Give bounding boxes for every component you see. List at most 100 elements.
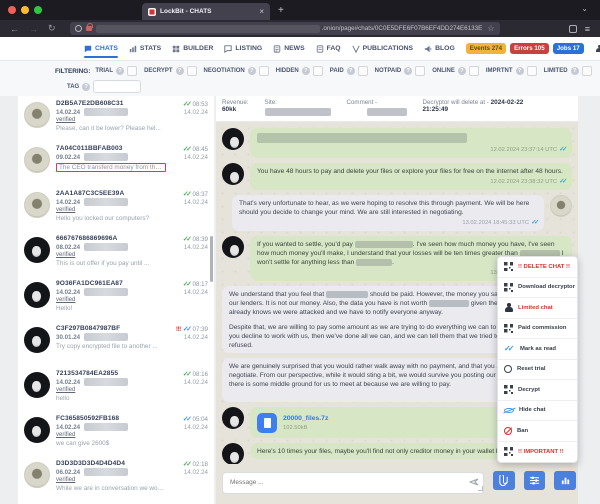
chat-list-item[interactable]: 7A04C011BBFAB003 09.02.24 The CEO transf…: [18, 141, 214, 186]
bookmark-star-icon[interactable]: ☆: [487, 24, 494, 33]
double-check-icon: ✓✓: [504, 344, 515, 353]
filter-trial: TRIAL ?: [95, 66, 137, 76]
help-icon[interactable]: ?: [347, 67, 355, 75]
sidebar-scrollbar[interactable]: [210, 236, 213, 282]
tab-title: LockBit - CHATS: [160, 8, 255, 15]
chat-list-item[interactable]: C3F297B0847987BF 30.01.24 Try copy encry…: [18, 321, 214, 366]
menu-item-download-decryptor[interactable]: Download decryptor: [498, 278, 577, 299]
errors-badge[interactable]: Errors 105: [510, 43, 549, 54]
help-icon[interactable]: ?: [248, 67, 256, 75]
negotiation-checkbox[interactable]: [259, 66, 269, 76]
chat-header: Revenue: 60kk Site: Comment - Decryptor …: [216, 96, 578, 122]
jobs-badge[interactable]: Jobs 17: [553, 43, 584, 54]
stats-icon: [129, 45, 137, 53]
menu-item-decrypt[interactable]: Decrypt: [498, 380, 577, 401]
avatar: [24, 372, 50, 398]
tab-close-icon[interactable]: ×: [259, 8, 264, 16]
list-tabs-chevron-icon[interactable]: ⌄: [581, 4, 588, 13]
tab-listing[interactable]: LISTING: [224, 37, 262, 60]
filter-notpaid: NOTPAID ?: [375, 66, 426, 76]
tab-blog[interactable]: BLOG: [424, 37, 455, 60]
admin-menu[interactable]: admin ▾: [596, 44, 600, 53]
limited-checkbox[interactable]: [582, 66, 592, 76]
online-checkbox[interactable]: [469, 66, 479, 76]
avatar: [24, 417, 50, 443]
avatar: [24, 237, 50, 263]
events-badge[interactable]: Events 274: [466, 43, 506, 54]
stats-button[interactable]: [554, 471, 576, 490]
attach-button[interactable]: [493, 471, 515, 490]
lock-icon[interactable]: [86, 26, 92, 31]
chat-list-item[interactable]: D3D3D3D3D4D4D4D4 06.02.24 verified While…: [18, 456, 214, 501]
redacted-tag: [84, 243, 128, 251]
hamburger-menu-icon[interactable]: ≡: [585, 24, 590, 34]
menu-item-reset-trial[interactable]: Reset trial: [498, 360, 577, 381]
minimize-window-button[interactable]: [21, 6, 29, 14]
double-check-icon: ✓✓: [183, 416, 190, 423]
chat-list-item[interactable]: D2B5A7E2DB608C31 14.02.24 verified Pleas…: [18, 96, 214, 141]
help-icon[interactable]: ?: [82, 83, 90, 91]
verified-badge: verified: [56, 477, 166, 483]
menu-item-paid-commission[interactable]: Paid commission: [498, 319, 577, 340]
shield-icon[interactable]: [75, 25, 82, 32]
chat-list-item[interactable]: 9O36FA1DC961EA87 14.02.24 verified Hello…: [18, 276, 214, 321]
publications-icon: [352, 45, 360, 53]
notpaid-checkbox[interactable]: [415, 66, 425, 76]
verified-badge: verified: [56, 297, 166, 303]
avatar: [222, 163, 244, 185]
menu-item-mark-as-read[interactable]: ✓✓ Mark as read: [498, 339, 577, 360]
filter-negotiation: NEGOTIATION ?: [204, 66, 269, 76]
settings-button[interactable]: [524, 471, 546, 490]
tab-publications[interactable]: PUBLICATIONS: [352, 37, 413, 60]
tab-news[interactable]: NEWS: [273, 37, 304, 60]
help-icon[interactable]: ?: [571, 67, 579, 75]
message-incoming: You have 48 hours to pay and delete your…: [222, 163, 572, 190]
imprtnt-checkbox[interactable]: [527, 66, 537, 76]
extension-icon[interactable]: [569, 25, 577, 33]
chat-list-item[interactable]: 2AA1A87C3C5EE39A 14.02.24 verified Hello…: [18, 186, 214, 231]
new-tab-button[interactable]: +: [278, 5, 284, 16]
forward-icon[interactable]: →: [29, 24, 38, 34]
tab-stats[interactable]: STATS: [129, 37, 161, 60]
help-icon[interactable]: ?: [302, 67, 310, 75]
help-icon[interactable]: ?: [516, 67, 524, 75]
tab-builder[interactable]: BUILDER: [172, 37, 213, 60]
tab-chats[interactable]: CHATS: [84, 37, 118, 60]
double-check-icon: ✓✓: [531, 219, 537, 226]
chat-list-item[interactable]: FC365850592FB168 14.02.24 verified we ca…: [18, 411, 214, 456]
redacted-tag: [84, 198, 128, 206]
help-icon[interactable]: ?: [116, 67, 124, 75]
url-bar[interactable]: .onion/page#chats/0C0E5DFE6F07B6EF4DD274…: [70, 22, 500, 35]
qr-icon: [504, 385, 513, 394]
menu-item-hide-chat[interactable]: Hide chat: [498, 401, 577, 422]
help-icon[interactable]: ?: [404, 67, 412, 75]
resize-handle[interactable]: [478, 486, 483, 491]
tag-input[interactable]: [93, 80, 141, 93]
hidden-checkbox[interactable]: [313, 66, 323, 76]
message-input[interactable]: [222, 472, 484, 494]
menu-item-ban[interactable]: Ban: [498, 421, 577, 442]
redacted-comment: [367, 108, 407, 116]
menu-item-important[interactable]: !! IMPORTANT !!: [498, 442, 577, 463]
zoom-window-button[interactable]: [34, 6, 42, 14]
back-icon[interactable]: ←: [10, 24, 19, 34]
chat-list-item[interactable]: 7213534784EA2855 14.02.24 verified hello…: [18, 366, 214, 411]
trial-checkbox[interactable]: [127, 66, 137, 76]
menu-item-limited-chat[interactable]: Limited chat: [498, 298, 577, 319]
close-window-button[interactable]: [8, 6, 16, 14]
paid-checkbox[interactable]: [358, 66, 368, 76]
help-icon[interactable]: ?: [176, 67, 184, 75]
person-icon: [504, 303, 513, 312]
menu-item-delete-chat[interactable]: !! DELETE CHAT !!: [498, 257, 577, 278]
tab-faq[interactable]: FAQ: [316, 37, 341, 60]
redacted-tag: [84, 288, 128, 296]
redacted-tag: [84, 423, 128, 431]
avatar: [222, 407, 244, 429]
decrypt-checkbox[interactable]: [187, 66, 197, 76]
browser-tab[interactable]: LockBit - CHATS ×: [142, 3, 270, 20]
chat-list-item[interactable]: 666767686869696A 08.02.24 verified This …: [18, 231, 214, 276]
reload-icon[interactable]: ↻: [48, 23, 56, 34]
file-link[interactable]: 20000_files.7z: [283, 414, 328, 423]
reset-circle-icon: [504, 365, 512, 373]
help-icon[interactable]: ?: [458, 67, 466, 75]
